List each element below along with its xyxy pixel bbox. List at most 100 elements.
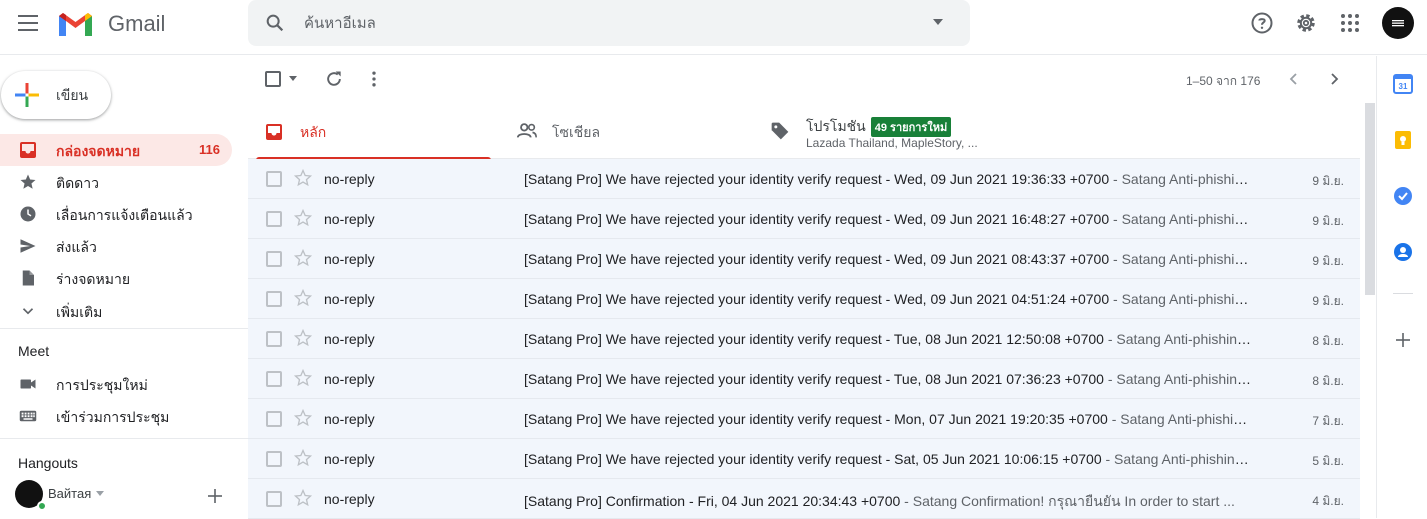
tab-social[interactable]: โซเชียล (500, 103, 752, 159)
contacts-icon[interactable] (1393, 242, 1413, 262)
settings-icon[interactable] (1294, 11, 1318, 35)
tab-primary[interactable]: หลัก (248, 103, 498, 160)
tab-promotions[interactable]: โปรโมชัน 49 รายการใหม่ Lazada Thailand, M… (752, 103, 1052, 159)
calendar-icon[interactable]: 31 (1393, 74, 1413, 94)
star-outline-icon[interactable] (293, 408, 313, 428)
row-checkbox[interactable] (266, 491, 282, 507)
email-list: no-reply [Satang Pro] We have rejected yo… (248, 159, 1360, 519)
row-checkbox[interactable] (266, 451, 282, 467)
draft-icon (22, 270, 34, 286)
nav-item-snoozed[interactable]: เลื่อนการแจ้งเตือนแล้ว (0, 198, 232, 230)
chevron-down-icon (22, 308, 34, 315)
chevron-left-icon[interactable] (1287, 72, 1301, 86)
apps-icon[interactable] (1338, 11, 1362, 35)
row-checkbox[interactable] (266, 331, 282, 347)
star-outline-icon[interactable] (293, 168, 313, 188)
email-sender: no-reply (324, 451, 375, 467)
nav-label-more: เพิ่มเติม (56, 304, 103, 320)
nav-item-drafts[interactable]: ร่างจดหมาย (0, 262, 232, 294)
search-icon[interactable] (264, 12, 286, 34)
star-outline-icon[interactable] (293, 248, 313, 268)
user-dropdown-icon[interactable] (96, 491, 104, 497)
nav-item-more[interactable]: เพิ่มเติม (0, 295, 232, 327)
search-input[interactable] (304, 12, 904, 34)
email-subject-line: [Satang Pro] We have rejected your ident… (524, 371, 1254, 387)
row-checkbox[interactable] (266, 171, 282, 187)
meet-new-meeting-label: การประชุมใหม่ (56, 377, 148, 393)
email-row[interactable]: no-reply [Satang Pro] We have rejected yo… (248, 239, 1360, 279)
email-subject: [Satang Pro] We have rejected your ident… (524, 451, 1102, 467)
email-date: 9 มิ.ย. (1312, 174, 1344, 188)
star-outline-icon[interactable] (293, 488, 313, 508)
star-outline-icon[interactable] (293, 288, 313, 308)
nav-item-inbox[interactable]: กล่องจดหมาย 116 (0, 134, 232, 166)
email-date: 8 มิ.ย. (1312, 374, 1344, 388)
scrollbar[interactable] (1365, 103, 1375, 295)
email-row[interactable]: no-reply [Satang Pro] We have rejected yo… (248, 399, 1360, 439)
nav-label-sent: ส่งแล้ว (56, 239, 97, 255)
email-subject-line: [Satang Pro] We have rejected your ident… (524, 211, 1254, 227)
send-icon (20, 239, 36, 253)
help-icon[interactable] (1250, 11, 1274, 35)
email-subject: [Satang Pro] We have rejected your ident… (524, 211, 1110, 227)
tasks-icon[interactable] (1393, 186, 1413, 206)
add-addon-icon[interactable] (1393, 330, 1413, 350)
more-options-icon[interactable] (364, 69, 384, 89)
email-row[interactable]: no-reply [Satang Pro] We have rejected yo… (248, 199, 1360, 239)
email-row[interactable]: no-reply [Satang Pro] Confirmation - Fri,… (248, 479, 1360, 519)
email-date: 5 มิ.ย. (1312, 454, 1344, 468)
nav-item-starred[interactable]: ติดดาว (0, 166, 232, 198)
email-row[interactable]: no-reply [Satang Pro] We have rejected yo… (248, 279, 1360, 319)
account-avatar[interactable] (1382, 7, 1414, 39)
menu-icon[interactable] (18, 15, 38, 31)
star-outline-icon[interactable] (293, 368, 313, 388)
compose-button[interactable]: เขียน (1, 71, 111, 119)
people-icon (516, 123, 537, 138)
online-status-dot (37, 501, 47, 511)
chevron-right-icon[interactable] (1327, 72, 1341, 86)
email-snippet: - Satang Anti-phishing code: ... (1105, 451, 1254, 467)
compose-label: เขียน (56, 87, 89, 103)
email-snippet: - Satang Anti-phishing code: ... (1113, 291, 1254, 307)
nav-label-inbox: กล่องจดหมาย (56, 143, 141, 159)
meet-join-meeting[interactable]: เข้าร่วมการประชุม (0, 400, 232, 432)
email-row[interactable]: no-reply [Satang Pro] We have rejected yo… (248, 319, 1360, 359)
email-sender: no-reply (324, 251, 375, 267)
left-navigation: เขียน กล่องจดหมาย 116 ติดดาว เลื่อนการแจ… (0, 56, 248, 518)
email-sender: no-reply (324, 211, 375, 227)
email-date: 4 มิ.ย. (1312, 494, 1344, 508)
search-options-icon[interactable] (932, 18, 944, 26)
star-outline-icon[interactable] (293, 448, 313, 468)
email-snippet: - Satang Anti-phishing code: ... (1113, 171, 1254, 187)
new-items-badge: 49 รายการใหม่ (870, 117, 952, 137)
email-date: 9 มิ.ย. (1312, 294, 1344, 308)
select-all-checkbox[interactable] (265, 71, 281, 87)
row-checkbox[interactable] (266, 291, 282, 307)
meet-new-meeting[interactable]: การประชุมใหม่ (0, 368, 232, 400)
add-chat-icon[interactable] (207, 488, 223, 504)
hangouts-section-title: Hangouts (18, 455, 78, 471)
star-outline-icon[interactable] (293, 328, 313, 348)
hangouts-user-name[interactable]: Вайтая (48, 486, 91, 501)
email-sender: no-reply (324, 491, 375, 507)
gmail-logo-icon[interactable] (57, 10, 94, 38)
nav-item-sent[interactable]: ส่งแล้ว (0, 230, 232, 262)
keep-icon[interactable] (1393, 130, 1413, 150)
refresh-icon[interactable] (324, 69, 344, 89)
email-subject-line: [Satang Pro] Confirmation - Fri, 04 Jun … (524, 491, 1254, 513)
star-outline-icon[interactable] (293, 208, 313, 228)
row-checkbox[interactable] (266, 251, 282, 267)
email-date: 7 มิ.ย. (1312, 414, 1344, 428)
email-row[interactable]: no-reply [Satang Pro] We have rejected yo… (248, 359, 1360, 399)
email-row[interactable]: no-reply [Satang Pro] We have rejected yo… (248, 159, 1360, 199)
nav-label-starred: ติดดาว (56, 175, 99, 191)
email-subject: [Satang Pro] We have rejected your ident… (524, 291, 1110, 307)
row-checkbox[interactable] (266, 371, 282, 387)
email-subject: [Satang Pro] We have rejected your ident… (524, 371, 1104, 387)
select-dropdown-icon[interactable] (289, 76, 297, 82)
row-checkbox[interactable] (266, 411, 282, 427)
email-row[interactable]: no-reply [Satang Pro] We have rejected yo… (248, 439, 1360, 479)
nav-divider (0, 438, 248, 439)
row-checkbox[interactable] (266, 211, 282, 227)
nav-label-snoozed: เลื่อนการแจ้งเตือนแล้ว (56, 207, 193, 223)
